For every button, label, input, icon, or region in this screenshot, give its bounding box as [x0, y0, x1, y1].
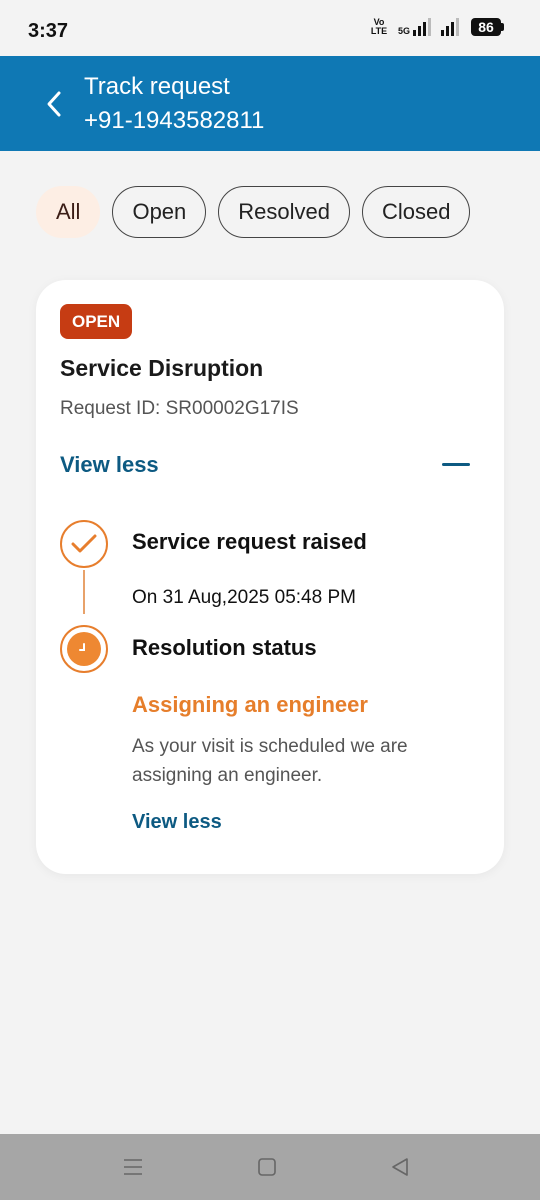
- status-time: 3:37: [28, 20, 69, 42]
- clock-icon: [79, 643, 85, 651]
- status-icons: Vo LTE 5G 86: [368, 18, 504, 36]
- volte-label: Vo LTE: [370, 17, 388, 36]
- step-raised-date: On 31 Aug,2025 05:48 PM: [132, 587, 356, 608]
- step-raised-title: Service request raised: [132, 529, 367, 554]
- system-nav-bar: [0, 1134, 540, 1200]
- step-view-less-link[interactable]: View less: [132, 811, 222, 834]
- battery-level: 86: [471, 18, 501, 36]
- back-triangle-icon: [392, 1158, 408, 1176]
- view-less-link[interactable]: View less: [60, 452, 159, 478]
- menu-button[interactable]: [118, 1152, 148, 1182]
- chevron-left-icon: [47, 91, 61, 117]
- page-title: Track request: [84, 73, 230, 100]
- step-resolution-icon: [60, 625, 108, 673]
- timeline-connector: [83, 570, 85, 614]
- signal-icon: [441, 18, 459, 36]
- network-label: 5G: [397, 26, 410, 36]
- request-id: Request ID: SR00002G17IS: [60, 398, 299, 419]
- filter-closed[interactable]: Closed: [362, 186, 471, 238]
- home-square-icon: [258, 1158, 276, 1176]
- resolution-status-text: Assigning an engineer: [132, 692, 368, 717]
- step-resolution-title: Resolution status: [132, 635, 317, 660]
- step-raised-icon: [60, 520, 108, 568]
- status-bar: 3:37 Vo LTE 5G 86: [0, 0, 540, 56]
- resolution-description: As your visit is scheduled we are assign…: [132, 736, 408, 786]
- filter-open[interactable]: Open: [112, 186, 207, 238]
- home-button[interactable]: [252, 1152, 282, 1182]
- request-card: OPEN Service Disruption Request ID: SR00…: [36, 280, 504, 874]
- request-title: Service Disruption: [60, 355, 264, 381]
- collapse-minus-icon[interactable]: [442, 463, 470, 466]
- status-badge: OPEN: [60, 304, 133, 339]
- menu-icon: [124, 1159, 142, 1175]
- app-header: Track request +91-1943582811: [0, 56, 540, 151]
- back-button[interactable]: [36, 84, 72, 124]
- battery-icon: 86: [471, 18, 504, 36]
- filter-resolved[interactable]: Resolved: [218, 186, 350, 238]
- back-nav-button[interactable]: [385, 1152, 415, 1182]
- phone-number: +91-1943582811: [84, 107, 265, 134]
- checkmark-icon: [71, 534, 97, 553]
- filter-chips: All Open Resolved Closed: [36, 186, 471, 238]
- signal-5g-icon: 5G: [398, 18, 433, 36]
- filter-all[interactable]: All: [36, 186, 101, 238]
